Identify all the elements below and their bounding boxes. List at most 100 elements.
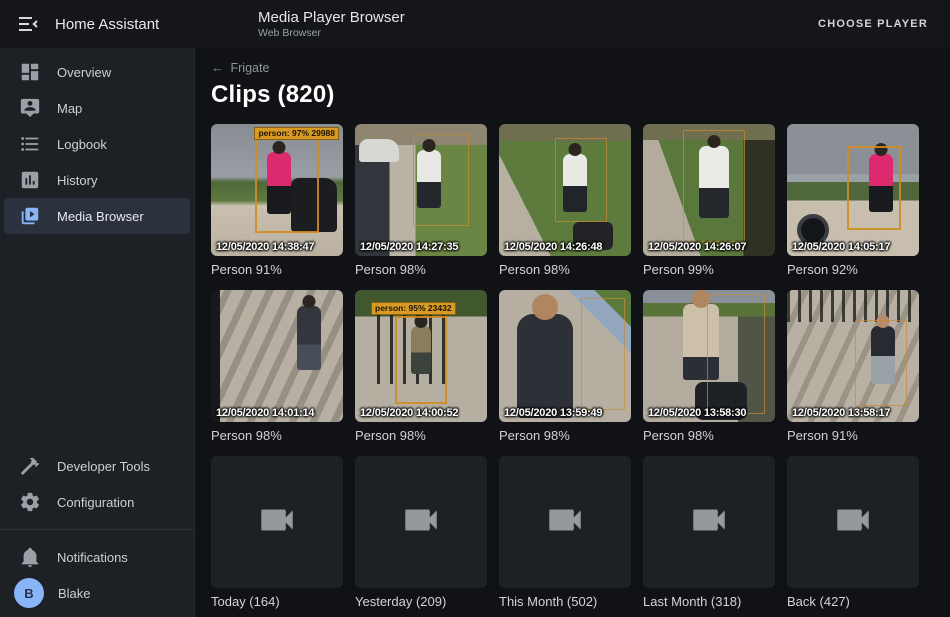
page-title: Clips (820)	[211, 81, 934, 109]
clip-label: Person 98%	[355, 262, 487, 277]
detection-bbox	[395, 316, 447, 404]
clip-timestamp: 12/05/2020 14:26:48	[504, 241, 602, 253]
sidebar-item-developer-tools[interactable]: Developer Tools	[4, 448, 190, 484]
folder-label: Today (164)	[211, 594, 343, 609]
folder-card[interactable]: Today (164)	[211, 456, 343, 609]
detection-bbox	[707, 294, 765, 414]
detection-bbox	[555, 138, 607, 222]
folder-label: Back (427)	[787, 594, 919, 609]
gear-icon	[18, 490, 42, 514]
play-box-multiple-icon	[18, 204, 42, 228]
clip-card[interactable]: 12/05/2020 13:59:49 Person 98%	[499, 290, 631, 443]
sidebar-header: Home Assistant	[0, 12, 195, 36]
detection-label: person: 97% 29988	[254, 127, 339, 140]
clip-timestamp: 12/05/2020 14:26:07	[648, 241, 746, 253]
folder-thumbnail[interactable]	[643, 456, 775, 588]
view-dashboard-icon	[18, 60, 42, 84]
folder-card[interactable]: This Month (502)	[499, 456, 631, 609]
folder-thumbnail[interactable]	[355, 456, 487, 588]
panel-subtitle: Web Browser	[258, 27, 405, 40]
sidebar-toggle-button[interactable]	[16, 12, 40, 36]
clip-timestamp: 12/05/2020 14:01:14	[216, 407, 314, 419]
folder-thumbnail[interactable]	[787, 456, 919, 588]
detection-bbox	[847, 146, 901, 230]
detection-bbox	[255, 137, 319, 233]
clip-timestamp: 12/05/2020 13:59:49	[504, 407, 602, 419]
fence-shape	[787, 290, 919, 322]
clip-label: Person 91%	[787, 428, 919, 443]
clip-thumbnail[interactable]: 12/05/2020 14:26:48	[499, 124, 631, 256]
clip-timestamp: 12/05/2020 14:27:35	[360, 241, 458, 253]
sidebar-item-notifications[interactable]: Notifications	[4, 539, 190, 575]
clip-card[interactable]: person: 95% 23432 12/05/2020 14:00:52 Pe…	[355, 290, 487, 443]
clip-card[interactable]: 12/05/2020 13:58:30 Person 98%	[643, 290, 775, 443]
clip-thumbnail[interactable]: 12/05/2020 13:58:17	[787, 290, 919, 422]
sidebar-item-logbook[interactable]: Logbook	[4, 126, 190, 162]
clip-card[interactable]: 12/05/2020 14:01:14 Person 98%	[211, 290, 343, 443]
bell-icon	[18, 545, 42, 569]
clip-card[interactable]: 12/05/2020 14:27:35 Person 98%	[355, 124, 487, 277]
breadcrumb-label: Frigate	[231, 61, 270, 75]
breadcrumb-back[interactable]: ← Frigate	[211, 61, 269, 75]
sidebar-divider	[0, 529, 194, 530]
clip-timestamp: 12/05/2020 13:58:17	[792, 407, 890, 419]
sidebar-item-overview[interactable]: Overview	[4, 54, 190, 90]
clip-card[interactable]: 12/05/2020 14:26:48 Person 98%	[499, 124, 631, 277]
sidebar-item-map[interactable]: Map	[4, 90, 190, 126]
detection-bbox	[855, 320, 907, 406]
folder-thumbnail[interactable]	[211, 456, 343, 588]
clip-timestamp: 12/05/2020 14:38:47	[216, 241, 314, 253]
clip-label: Person 99%	[643, 262, 775, 277]
sidebar: Overview Map Logbook History Media Brows…	[0, 48, 195, 617]
detection-bbox	[413, 134, 469, 226]
clip-timestamp: 12/05/2020 14:00:52	[360, 407, 458, 419]
video-camera-icon	[832, 499, 874, 546]
folder-card[interactable]: Yesterday (209)	[355, 456, 487, 609]
panel-title: Media Player Browser	[258, 9, 405, 27]
video-camera-icon	[256, 499, 298, 546]
choose-player-button[interactable]: CHOOSE PLAYER	[810, 10, 936, 38]
folder-thumbnail[interactable]	[499, 456, 631, 588]
clip-thumbnail[interactable]: 12/05/2020 13:59:49	[499, 290, 631, 422]
clip-card[interactable]: person: 97% 29988 12/05/2020 14:38:47 Pe…	[211, 124, 343, 277]
sidebar-item-history[interactable]: History	[4, 162, 190, 198]
car-shape	[359, 139, 399, 162]
clip-thumbnail[interactable]: person: 95% 23432 12/05/2020 14:00:52	[355, 290, 487, 422]
clip-thumbnail[interactable]: 12/05/2020 14:27:35	[355, 124, 487, 256]
video-camera-icon	[400, 499, 442, 546]
user-avatar: B	[14, 578, 44, 608]
clip-label: Person 98%	[211, 428, 343, 443]
clip-card[interactable]: 12/05/2020 13:58:17 Person 91%	[787, 290, 919, 443]
clip-thumbnail[interactable]: 12/05/2020 14:01:14	[211, 290, 343, 422]
list-bulleted-icon	[18, 132, 42, 156]
clip-timestamp: 12/05/2020 13:58:30	[648, 407, 746, 419]
sidebar-item-media-browser[interactable]: Media Browser	[4, 198, 190, 234]
clip-label: Person 98%	[355, 428, 487, 443]
clip-label: Person 92%	[787, 262, 919, 277]
clip-thumbnail[interactable]: 12/05/2020 13:58:30	[643, 290, 775, 422]
detection-label: person: 95% 23432	[371, 302, 456, 315]
clip-label: Person 98%	[643, 428, 775, 443]
detection-bbox	[581, 298, 625, 410]
folder-card[interactable]: Back (427)	[787, 456, 919, 609]
clip-card[interactable]: 12/05/2020 14:26:07 Person 99%	[643, 124, 775, 277]
clip-card[interactable]: 12/05/2020 14:05:17 Person 92%	[787, 124, 919, 277]
sidebar-item-user[interactable]: B Blake	[4, 575, 190, 611]
folder-label: Last Month (318)	[643, 594, 775, 609]
person-figure	[517, 314, 573, 418]
panel-header: Media Player Browser Web Browser	[195, 9, 405, 40]
video-camera-icon	[688, 499, 730, 546]
clip-thumbnail[interactable]: 12/05/2020 14:26:07	[643, 124, 775, 256]
top-app-bar: Home Assistant Media Player Browser Web …	[0, 0, 950, 48]
detection-bbox	[683, 130, 745, 242]
menu-open-icon	[16, 12, 40, 36]
sidebar-item-configuration[interactable]: Configuration	[4, 484, 190, 520]
clip-thumbnail[interactable]: 12/05/2020 14:05:17	[787, 124, 919, 256]
back-arrow-icon: ←	[211, 61, 224, 75]
clips-grid: person: 97% 29988 12/05/2020 14:38:47 Pe…	[211, 124, 934, 609]
clip-label: Person 91%	[211, 262, 343, 277]
folder-card[interactable]: Last Month (318)	[643, 456, 775, 609]
clip-thumbnail[interactable]: person: 97% 29988 12/05/2020 14:38:47	[211, 124, 343, 256]
user-name: Blake	[58, 586, 91, 601]
folder-label: Yesterday (209)	[355, 594, 487, 609]
